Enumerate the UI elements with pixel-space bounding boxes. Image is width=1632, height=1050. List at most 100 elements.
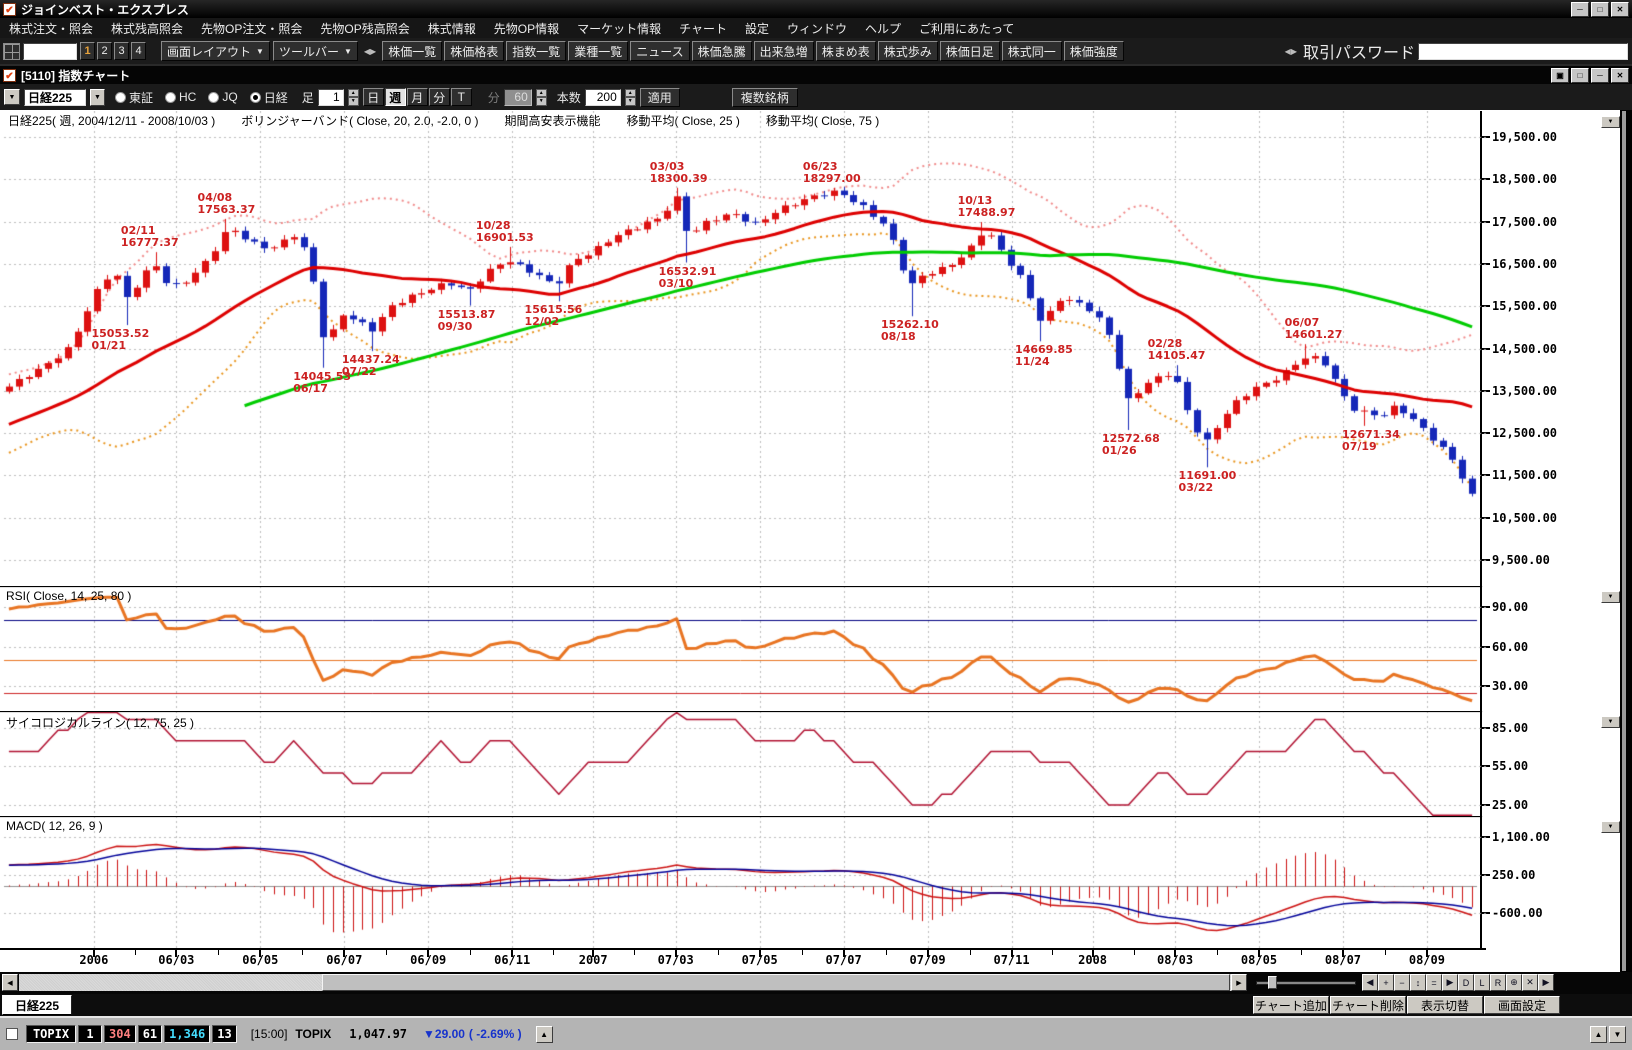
- minute-input[interactable]: [503, 88, 532, 106]
- period-button-週[interactable]: 週: [384, 88, 406, 106]
- menu-item-株式注文・照会[interactable]: 株式注文・照会: [0, 20, 102, 37]
- status-checkbox[interactable]: [6, 1028, 18, 1040]
- close-icon[interactable]: ✕: [1611, 67, 1629, 83]
- scrollbar-thumb[interactable]: [322, 974, 1230, 991]
- toolbar-button-株価日足[interactable]: 株価日足: [939, 41, 1000, 61]
- scroll-up-icon[interactable]: ▲: [1590, 1025, 1607, 1043]
- tab-nikkei225[interactable]: 日経225: [2, 995, 72, 1015]
- scroll-down-icon[interactable]: ▼: [1609, 1025, 1626, 1043]
- count-spinner[interactable]: ▲ ▼: [624, 88, 636, 106]
- layout-preset-3[interactable]: 3: [114, 42, 129, 60]
- chart-tool-icon-0[interactable]: ◀: [1362, 974, 1378, 991]
- bar-count-input[interactable]: [317, 88, 344, 106]
- maximize-icon[interactable]: □: [1571, 67, 1589, 83]
- quick-code-input[interactable]: [23, 42, 77, 60]
- scroll-left-arrow-icon[interactable]: ◀: [2, 974, 18, 991]
- symbol-select[interactable]: 日経225: [24, 88, 86, 106]
- macd-panel-canvas[interactable]: [0, 816, 1620, 948]
- menu-item-ご利用にあたって[interactable]: ご利用にあたって: [910, 20, 1023, 37]
- period-button-月[interactable]: 月: [406, 88, 428, 106]
- market-radio-東証[interactable]: 東証: [115, 89, 153, 106]
- menu-item-株式残高照会[interactable]: 株式残高照会: [102, 20, 192, 37]
- chart-window-titlebar[interactable]: ✔ [5110] 指数チャート ▣ □ ─ ✕: [0, 64, 1632, 84]
- chart-tool-icon-7[interactable]: L: [1474, 974, 1490, 991]
- collapse-handle-icon[interactable]: ◀▶: [1285, 47, 1297, 56]
- menu-item-先物OP情報[interactable]: 先物OP情報: [485, 20, 568, 37]
- chevron-down-icon[interactable]: ▼: [4, 89, 20, 105]
- toolbar-button-株価急騰[interactable]: 株価急騰: [691, 41, 752, 61]
- button-画面設定[interactable]: 画面設定: [1484, 996, 1560, 1014]
- zoom-slider-knob[interactable]: [1268, 976, 1277, 989]
- trade-password-input[interactable]: [1418, 42, 1628, 60]
- chart-tool-icon-6[interactable]: D: [1458, 974, 1474, 991]
- restore-icon[interactable]: ▣: [1551, 67, 1569, 83]
- menu-item-先物OP残高照会[interactable]: 先物OP残高照会: [311, 20, 418, 37]
- market-radio-日経[interactable]: 日経: [249, 89, 288, 106]
- screen-layout-button[interactable]: 画面レイアウト ▼: [161, 41, 270, 61]
- toolbar-button-株まめ表[interactable]: 株まめ表: [815, 41, 876, 61]
- apply-button[interactable]: 適用: [639, 87, 680, 107]
- chart-tool-icon-11[interactable]: ▶: [1538, 974, 1554, 991]
- toolbar-button-株式歩み[interactable]: 株式歩み: [877, 41, 938, 61]
- period-button-分[interactable]: 分: [428, 88, 450, 106]
- menu-item-ウィンドウ[interactable]: ウィンドウ: [778, 20, 856, 37]
- toolbar-button-ニュース[interactable]: ニュース: [630, 41, 690, 61]
- chart-right-scrollstrip[interactable]: [1621, 110, 1627, 972]
- layout-preset-1[interactable]: 1: [80, 42, 95, 60]
- panel-dropdown-icon-macd[interactable]: ▼: [1601, 821, 1620, 833]
- x-axis-line: [0, 948, 1486, 950]
- toolbar-button-株価一覧[interactable]: 株価一覧: [382, 41, 443, 61]
- chevron-down-icon[interactable]: ▼: [90, 88, 105, 106]
- panel-dropdown-icon-psych[interactable]: ▼: [1601, 716, 1620, 728]
- menu-item-チャート[interactable]: チャート: [670, 20, 736, 37]
- menu-item-ヘルプ[interactable]: ヘルプ: [856, 20, 910, 37]
- count-input[interactable]: [584, 88, 621, 106]
- toolbar-menu-button[interactable]: ツールバー ▼: [272, 41, 358, 61]
- chart-tool-icon-9[interactable]: ⊕: [1506, 974, 1522, 991]
- quote-up-icon[interactable]: ▲: [535, 1025, 553, 1043]
- chart-tool-icon-3[interactable]: ↕: [1410, 974, 1426, 991]
- layout-preset-2[interactable]: 2: [97, 42, 112, 60]
- minute-spinner[interactable]: ▲ ▼: [535, 88, 547, 106]
- market-radio-HC[interactable]: HC: [165, 90, 196, 104]
- chart-plot-area[interactable]: 日経225( 週, 2004/12/11 - 2008/10/03 )ボリンジャ…: [0, 110, 1620, 972]
- menu-item-設定[interactable]: 設定: [736, 20, 778, 37]
- period-button-日[interactable]: 日: [362, 88, 384, 106]
- maximize-icon[interactable]: □: [1591, 1, 1609, 17]
- toolbar-button-指数一覧[interactable]: 指数一覧: [506, 41, 567, 61]
- chart-tool-icon-8[interactable]: R: [1490, 974, 1506, 991]
- chart-tool-icon-4[interactable]: =: [1426, 974, 1442, 991]
- menu-item-株式情報[interactable]: 株式情報: [419, 20, 485, 37]
- panel-dropdown-icon-price[interactable]: ▼: [1601, 116, 1620, 128]
- chart-tool-icon-10[interactable]: ✕: [1522, 974, 1538, 991]
- chart-tool-icon-1[interactable]: +: [1378, 974, 1394, 991]
- button-チャート追加[interactable]: チャート追加: [1253, 996, 1329, 1014]
- minimize-icon[interactable]: ─: [1571, 1, 1589, 17]
- application-window: ✔ ジョインベスト・エクスプレス ─ □ ✕ 株式注文・照会 株式残高照会 先物OP注文…: [0, 0, 1632, 1050]
- period-button-T[interactable]: T: [450, 88, 472, 106]
- toolbar-button-株価強度[interactable]: 株価強度: [1063, 41, 1124, 61]
- psych-panel-canvas[interactable]: [0, 711, 1620, 816]
- chart-tool-icon-5[interactable]: ▶: [1442, 974, 1458, 991]
- close-icon[interactable]: ✕: [1611, 1, 1629, 17]
- button-チャート削除[interactable]: チャート削除: [1330, 996, 1406, 1014]
- multi-symbol-button[interactable]: 複数銘柄: [731, 87, 798, 107]
- toolbar-button-業種一覧[interactable]: 業種一覧: [568, 41, 629, 61]
- collapse-handle-icon[interactable]: ◀▶: [364, 47, 376, 56]
- menu-item-マーケット情報[interactable]: マーケット情報: [568, 20, 670, 37]
- button-表示切替[interactable]: 表示切替: [1407, 996, 1483, 1014]
- minimize-icon[interactable]: ─: [1591, 67, 1609, 83]
- scroll-right-arrow-icon[interactable]: ▶: [1231, 974, 1247, 991]
- toolbar-button-株式同一[interactable]: 株式同一: [1001, 41, 1062, 61]
- panel-dropdown-icon-rsi[interactable]: ▼: [1601, 591, 1620, 603]
- layout-preset-4[interactable]: 4: [131, 42, 146, 60]
- zoom-slider[interactable]: [1256, 974, 1356, 991]
- chart-tool-icon-2[interactable]: −: [1394, 974, 1410, 991]
- layout-grid-icon[interactable]: [3, 42, 20, 60]
- bar-spinner[interactable]: ▲ ▼: [347, 88, 359, 106]
- toolbar-button-株価格表[interactable]: 株価格表: [444, 41, 505, 61]
- toolbar-button-出来急増[interactable]: 出来急増: [753, 41, 814, 61]
- rsi-panel-canvas[interactable]: [0, 586, 1620, 711]
- menu-item-先物OP注文・照会[interactable]: 先物OP注文・照会: [192, 20, 311, 37]
- market-radio-JQ[interactable]: JQ: [208, 90, 238, 104]
